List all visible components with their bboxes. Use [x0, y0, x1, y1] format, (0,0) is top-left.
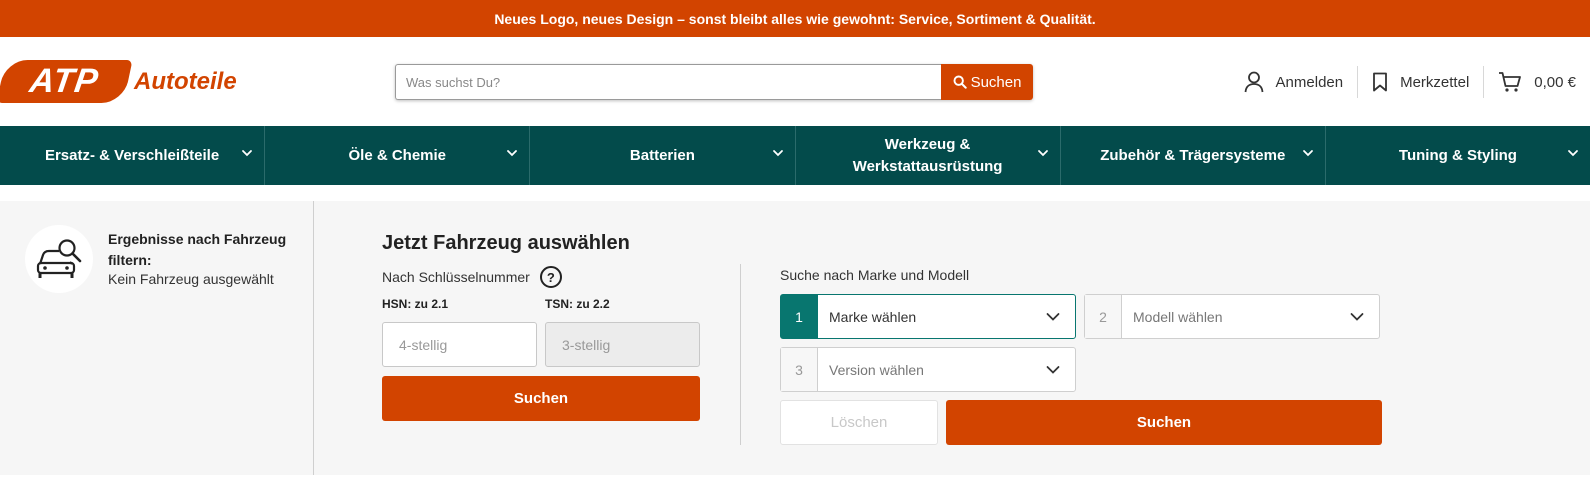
version-select[interactable]: 3 Version wählen [780, 347, 1076, 392]
nav-item-ersatzteile[interactable]: Ersatz- & Verschleißteile [0, 126, 264, 185]
logo-text: Autoteile [134, 67, 237, 95]
car-search-icon-wrap [25, 225, 93, 293]
brand-select-label: Marke wählen [829, 308, 917, 325]
step-number: 2 [1085, 295, 1122, 338]
promo-banner-text: Neues Logo, neues Design – sonst bleibt … [494, 10, 1096, 27]
nav-item-label: Batterien [629, 146, 695, 164]
login-label: Anmelden [1275, 73, 1344, 91]
search-icon [953, 75, 967, 89]
nav-item-label: Tuning & Styling [1398, 146, 1517, 164]
tsn-label: TSN: zu 2.2 [545, 297, 610, 311]
make-model-search-button[interactable]: Suchen [946, 400, 1382, 445]
version-select-label: Version wählen [829, 361, 924, 378]
nav-item-tuning[interactable]: Tuning & Styling [1324, 126, 1590, 185]
hsn-label: HSN: zu 2.1 [382, 297, 449, 311]
help-icon[interactable]: ? [539, 266, 562, 288]
search-button[interactable]: Suchen [941, 64, 1033, 100]
wishlist-label: Merkzettel [1400, 73, 1470, 91]
filter-subtitle: Kein Fahrzeug ausgewählt [108, 271, 274, 287]
nav-item-label: Werkzeug & Werkstattausrüstung [852, 135, 1003, 175]
chevron-down-icon [1335, 295, 1379, 338]
nav-item-zubehoer[interactable]: Zubehör & Trägersysteme [1059, 126, 1325, 185]
login-link[interactable]: Anmelden [1230, 66, 1358, 98]
cart-link[interactable]: 0,00 € [1484, 66, 1590, 98]
chevron-down-icon [1302, 150, 1313, 157]
brand-select[interactable]: 1 Marke wählen [780, 294, 1076, 339]
key-search-button[interactable]: Suchen [382, 376, 700, 421]
nav-item-label: Öle & Chemie [348, 146, 447, 164]
promo-banner: Neues Logo, neues Design – sonst bleibt … [0, 0, 1590, 37]
cart-icon [1499, 72, 1522, 92]
make-model-label: Suche nach Marke und Modell [780, 267, 970, 283]
step-number: 1 [781, 295, 818, 338]
step-number: 3 [781, 348, 818, 391]
key-number-text: Nach Schlüsselnummer [382, 269, 530, 285]
nav-item-oele[interactable]: Öle & Chemie [264, 126, 529, 185]
chevron-down-icon [242, 150, 253, 157]
filter-title: Ergebnisse nach Fahrzeug filtern: [108, 231, 287, 268]
chevron-down-icon [1037, 150, 1048, 157]
logo-badge-text: ATP [27, 62, 102, 100]
bookmark-icon [1373, 72, 1387, 92]
wishlist-link[interactable]: Merkzettel [1358, 66, 1483, 98]
nav-item-label: Zubehör & Trägersysteme [1100, 146, 1286, 164]
car-search-icon [36, 239, 82, 278]
chevron-down-icon [1031, 295, 1075, 338]
chevron-down-icon [1031, 348, 1075, 391]
vehicle-select-title: Jetzt Fahrzeug auswählen [382, 232, 630, 254]
search-button-label: Suchen [970, 73, 1022, 91]
nav-item-werkzeug[interactable]: Werkzeug & Werkstattausrüstung [794, 126, 1060, 185]
chevron-down-icon [507, 150, 518, 157]
section-divider [740, 264, 741, 445]
model-select[interactable]: 2 Modell wählen [1084, 294, 1380, 339]
logo-badge: ATP [0, 60, 133, 103]
logo[interactable]: ATP Autoteile [0, 60, 237, 103]
nav-item-batterien[interactable]: Batterien [529, 126, 794, 185]
cart-total: 0,00 € [1534, 73, 1576, 91]
chevron-down-icon [772, 150, 783, 157]
model-select-label: Modell wählen [1133, 308, 1223, 325]
tsn-input[interactable] [545, 322, 700, 367]
nav-item-label: Ersatz- & Verschleißteile [44, 146, 220, 164]
hsn-input[interactable] [382, 322, 537, 367]
user-icon [1244, 71, 1263, 93]
chevron-down-icon [1568, 150, 1578, 157]
vehicle-panel: Ergebnisse nach Fahrzeug filtern: Kein F… [0, 201, 1590, 475]
search-bar: Suchen [395, 64, 1033, 100]
key-number-label: Nach Schlüsselnummer ? [382, 266, 562, 288]
main-nav: Ersatz- & Verschleißteile Öle & Chemie B… [0, 126, 1590, 185]
clear-button[interactable]: Löschen [780, 400, 938, 445]
site-header: ATP Autoteile Suchen Anmelden Merkzettel… [0, 37, 1590, 126]
header-actions: Anmelden Merkzettel 0,00 € [1230, 63, 1590, 101]
search-input[interactable] [395, 64, 941, 100]
vehicle-filter-info: Ergebnisse nach Fahrzeug filtern: Kein F… [0, 201, 314, 475]
